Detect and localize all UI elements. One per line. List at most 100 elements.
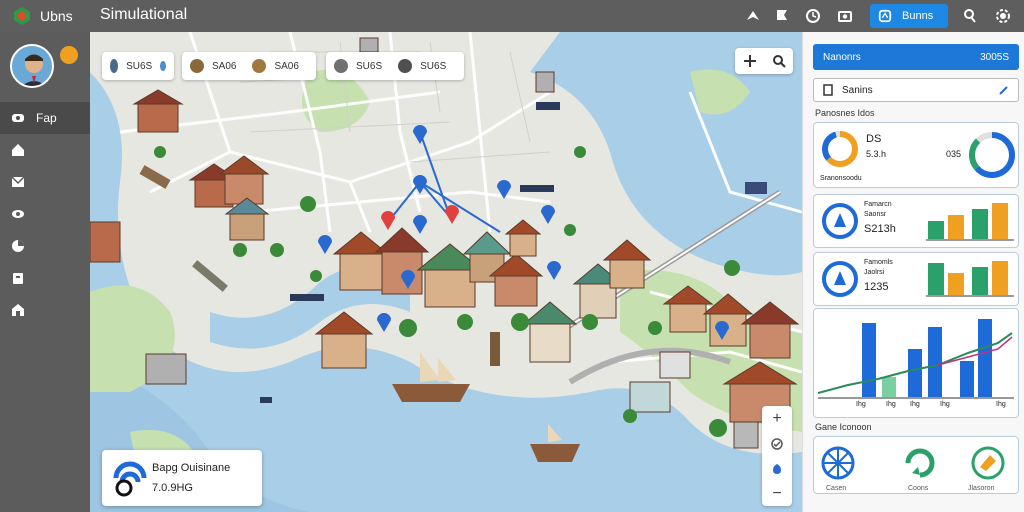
panel-search-text: Sanins <box>842 84 873 96</box>
mini-bar-chart <box>926 203 1014 241</box>
chip-icon <box>334 59 348 73</box>
card-value: 1235 <box>864 281 889 293</box>
check-icon[interactable] <box>762 431 792 456</box>
wheel-icon[interactable] <box>820 445 856 481</box>
status-card[interactable]: Bapg Ouisinane 7.0.9HG <box>102 450 262 506</box>
panel-header[interactable]: Nanonrs 3005S <box>813 44 1019 70</box>
bar-line-chart <box>818 319 1014 399</box>
app-logo[interactable]: Ubns <box>0 0 90 32</box>
city-map[interactable]: SU6S SA06 SA06 SU6S SU6S + − Bapg Ouisin… <box>90 32 802 512</box>
sidebar-item-eye[interactable] <box>0 198 90 230</box>
settings-icon[interactable] <box>994 7 1012 25</box>
bar-label: Ihg <box>996 401 1006 408</box>
chip-status-icon <box>160 61 166 71</box>
chip-icon <box>252 59 267 73</box>
card-subtitle: Saonsr <box>864 211 887 218</box>
top-bar: Ubns Simulational Bunns <box>0 0 1024 32</box>
icon-label: Coons <box>908 485 929 492</box>
mini-bar-chart <box>926 261 1014 297</box>
chip-label: SU6S <box>420 60 447 72</box>
sidebar-item-home[interactable] <box>0 134 90 166</box>
sidebar-item-mail[interactable] <box>0 166 90 198</box>
refresh-icon[interactable] <box>902 445 938 481</box>
signal-icon <box>113 461 147 497</box>
chip-icon <box>398 59 413 73</box>
icon-label: Casen <box>826 485 847 492</box>
zoom-in-icon[interactable]: + <box>762 406 792 431</box>
camera-icon[interactable] <box>836 7 854 25</box>
chip-label: SA06 <box>274 60 299 72</box>
gauge-icon <box>822 261 858 297</box>
sidebar-item-label: Fap <box>36 111 57 125</box>
gauge-icon <box>822 203 858 239</box>
notification-badge[interactable] <box>60 46 78 64</box>
map-chip[interactable]: SA06 SA06 <box>182 52 316 80</box>
logo-text: Ubns <box>40 8 73 24</box>
move-icon[interactable] <box>735 48 764 74</box>
card-value: S213h <box>864 223 896 235</box>
sidebar-item-chart[interactable] <box>0 230 90 262</box>
bar-chart-card[interactable]: Ihg Ihg Ihg Ihg Ihg <box>813 308 1019 418</box>
donut-chart <box>822 131 858 167</box>
sidebar-item-map[interactable]: Fap <box>0 102 90 134</box>
badge-icon[interactable] <box>970 445 1006 481</box>
map-chip[interactable]: SU6S SU6S <box>326 52 464 80</box>
avatar[interactable] <box>10 44 54 88</box>
clock-icon[interactable] <box>804 7 822 25</box>
status-title: Bapg Ouisinane <box>152 462 231 474</box>
app-title: Simulational <box>100 6 188 23</box>
bar-label: Ihg <box>886 401 896 408</box>
bar-label: Ihg <box>910 401 920 408</box>
user-icon[interactable] <box>960 7 978 25</box>
chart-icon <box>12 240 24 252</box>
chip-icon <box>190 59 204 73</box>
bar-label: Ihg <box>940 401 950 408</box>
search-button-label: Bunns <box>902 10 934 22</box>
route-icon[interactable] <box>744 7 762 25</box>
zoom-controls: + − <box>762 406 792 506</box>
ring-chart <box>969 132 1015 178</box>
icon-label: Jlasoron <box>968 485 995 492</box>
card-subtitle: Jaolrsi <box>864 269 885 276</box>
sidebar-item-building[interactable] <box>0 294 90 326</box>
sidebar: Fap <box>0 32 90 512</box>
chip-label: SU6S <box>356 60 383 72</box>
bar-label: Ihg <box>856 401 866 408</box>
box-icon <box>13 273 23 284</box>
search-icon <box>878 9 892 23</box>
flag-icon[interactable] <box>773 7 791 25</box>
chip-icon <box>110 59 119 73</box>
edit-icon <box>999 86 1008 95</box>
card-title: Famomls <box>864 259 893 266</box>
map-tools <box>735 48 793 74</box>
stats-card[interactable]: Famomls Jaolrsi 1235 <box>813 252 1019 306</box>
sidebar-item-box[interactable] <box>0 262 90 294</box>
section-title: Gane Iconoon <box>815 422 872 432</box>
card-title: Famarcn <box>864 201 892 208</box>
logo-icon <box>14 7 30 25</box>
map-chip[interactable]: SU6S <box>102 52 174 80</box>
status-value: 7.0.9HG <box>152 482 193 494</box>
section-title: Panosnes Idos <box>815 108 875 118</box>
building-icon <box>12 304 24 316</box>
panel-header-title: Nanonrs <box>823 51 861 63</box>
stats-card[interactable]: DS 5.3.h 035 Sranonsoodu <box>813 122 1019 188</box>
chip-label: SU6S <box>126 60 153 72</box>
card-subtitle: 5.3.h <box>866 149 887 159</box>
search-button[interactable]: Bunns <box>870 4 948 28</box>
zoom-out-icon[interactable]: − <box>762 481 792 506</box>
icon-row: Casen Coons Jlasoron <box>813 436 1019 494</box>
chip-label: SA06 <box>212 60 237 72</box>
home-icon <box>12 144 24 156</box>
eye-icon <box>12 210 24 218</box>
card-value: 035 <box>946 149 962 159</box>
document-icon <box>823 84 833 96</box>
stats-card[interactable]: Famarcn Saonsr S213h <box>813 194 1019 248</box>
panel-header-value: 3005S <box>980 51 1009 63</box>
locate-icon[interactable] <box>762 456 792 481</box>
map-canvas[interactable] <box>90 32 802 512</box>
panel-search-input[interactable]: Sanins <box>813 78 1019 102</box>
mail-icon <box>11 176 25 187</box>
right-panel: Nanonrs 3005S Sanins Panosnes Idos DS 5.… <box>802 32 1024 512</box>
map-search-icon[interactable] <box>764 48 793 74</box>
